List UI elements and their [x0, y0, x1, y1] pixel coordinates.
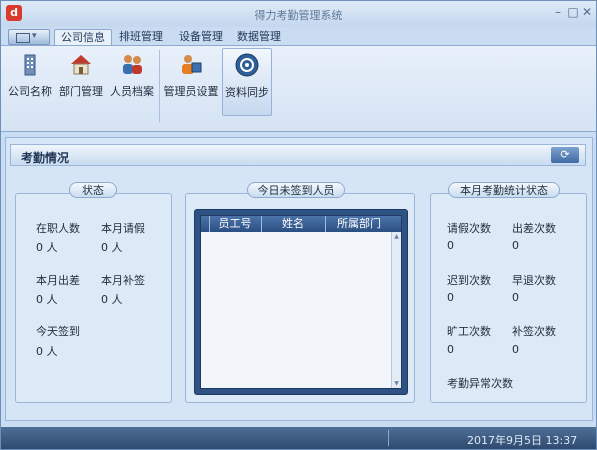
refresh-button[interactable]: ⟳	[551, 147, 579, 163]
scroll-up-icon[interactable]: ▲	[392, 232, 401, 241]
company-name-label: 公司名称	[8, 85, 52, 98]
status-separator	[388, 430, 389, 446]
attendance-anomaly-label: 考勤异常次数	[447, 377, 513, 390]
leave-count-value: 0	[447, 239, 454, 252]
chevron-down-icon: ▾	[32, 31, 37, 41]
monthly-trip-label: 本月出差	[36, 274, 80, 287]
ribbon-tabs: ▾ 公司信息 排班管理 设备管理 数据管理	[1, 27, 596, 45]
sync-icon	[234, 52, 260, 78]
data-sync-button[interactable]: 资料同步	[222, 48, 272, 116]
status-bar: 2017年9月5日 13:37	[1, 427, 596, 449]
house-icon	[68, 51, 94, 77]
unsigned-table[interactable]: 员工号 姓名 所属部门 ▲ ▼	[200, 215, 402, 389]
column-employee-id[interactable]: 员工号	[209, 216, 261, 232]
trip-count-value: 0	[512, 239, 519, 252]
tab-data-management[interactable]: 数据管理	[232, 29, 286, 45]
personnel-records-button[interactable]: 人员档案	[107, 48, 157, 116]
early-leave-count-value: 0	[512, 291, 519, 304]
monthly-leave-label: 本月请假	[101, 222, 145, 235]
tab-device-management[interactable]: 设备管理	[174, 29, 228, 45]
vertical-scrollbar[interactable]: ▲ ▼	[391, 232, 401, 388]
data-sync-label: 资料同步	[225, 86, 269, 99]
status-datetime: 2017年9月5日 13:37	[467, 434, 578, 447]
title-bar: d 得力考勤管理系统 – □ ✕	[1, 1, 596, 27]
refresh-icon: ⟳	[560, 148, 570, 161]
admin-settings-label: 管理员设置	[163, 85, 219, 98]
trip-count-label: 出差次数	[512, 222, 556, 235]
employee-count-value: 0 人	[36, 241, 58, 254]
close-icon[interactable]: ✕	[581, 6, 593, 18]
monthly-makeup-value: 0 人	[101, 293, 123, 306]
attendance-overview: 考勤情况 ⟳ 状态 在职人数 0 人 本月请假 0 人 本月出差 0 人 本月补…	[5, 137, 593, 421]
company-name-button[interactable]: 公司名称	[5, 48, 55, 116]
unsigned-table-frame: 员工号 姓名 所属部门 ▲ ▼	[194, 209, 408, 395]
app-menu-button[interactable]: ▾	[8, 29, 50, 45]
table-header: 员工号 姓名 所属部门	[201, 216, 401, 232]
absence-count-label: 旷工次数	[447, 325, 491, 338]
monthly-trip-value: 0 人	[36, 293, 58, 306]
today-signin-value: 0 人	[36, 345, 58, 358]
column-name[interactable]: 姓名	[261, 216, 325, 232]
window-icon	[16, 33, 30, 43]
page-title: 考勤情况	[21, 151, 70, 165]
ribbon-toolbar: 公司名称 部门管理 人员档案 管理员设置 资料同步	[1, 45, 596, 132]
tab-shift-management[interactable]: 排班管理	[114, 29, 168, 45]
ribbon-separator	[159, 50, 160, 122]
people-icon	[119, 51, 145, 77]
scroll-down-icon[interactable]: ▼	[392, 379, 401, 388]
tab-company-info[interactable]: 公司信息	[54, 29, 112, 45]
monthly-leave-value: 0 人	[101, 241, 123, 254]
building-icon	[17, 51, 43, 77]
leave-count-label: 请假次数	[447, 222, 491, 235]
late-count-value: 0	[447, 291, 454, 304]
status-panel-title: 状态	[69, 182, 117, 198]
content-header: 考勤情况 ⟳	[10, 144, 586, 166]
window-title: 得力考勤管理系统	[254, 9, 343, 22]
late-count-label: 迟到次数	[447, 274, 491, 287]
department-management-button[interactable]: 部门管理	[57, 48, 105, 116]
department-management-label: 部门管理	[59, 85, 103, 98]
column-department[interactable]: 所属部门	[325, 216, 393, 232]
admin-settings-button[interactable]: 管理员设置	[163, 48, 219, 116]
makeup-count-label: 补签次数	[512, 325, 556, 338]
app-window: d 得力考勤管理系统 – □ ✕ ▾ 公司信息 排班管理 设备管理 数据管理 公…	[0, 0, 597, 450]
employee-count-label: 在职人数	[36, 222, 80, 235]
unsigned-panel-title: 今日未签到人员	[247, 182, 345, 198]
stats-panel-title: 本月考勤统计状态	[448, 182, 560, 198]
today-signin-label: 今天签到	[36, 325, 80, 338]
absence-count-value: 0	[447, 343, 454, 356]
maximize-icon[interactable]: □	[567, 6, 579, 18]
early-leave-count-label: 早退次数	[512, 274, 556, 287]
makeup-count-value: 0	[512, 343, 519, 356]
monthly-makeup-label: 本月补签	[101, 274, 145, 287]
personnel-records-label: 人员档案	[110, 85, 154, 98]
admin-icon	[178, 51, 204, 77]
minimize-icon[interactable]: –	[552, 6, 564, 18]
